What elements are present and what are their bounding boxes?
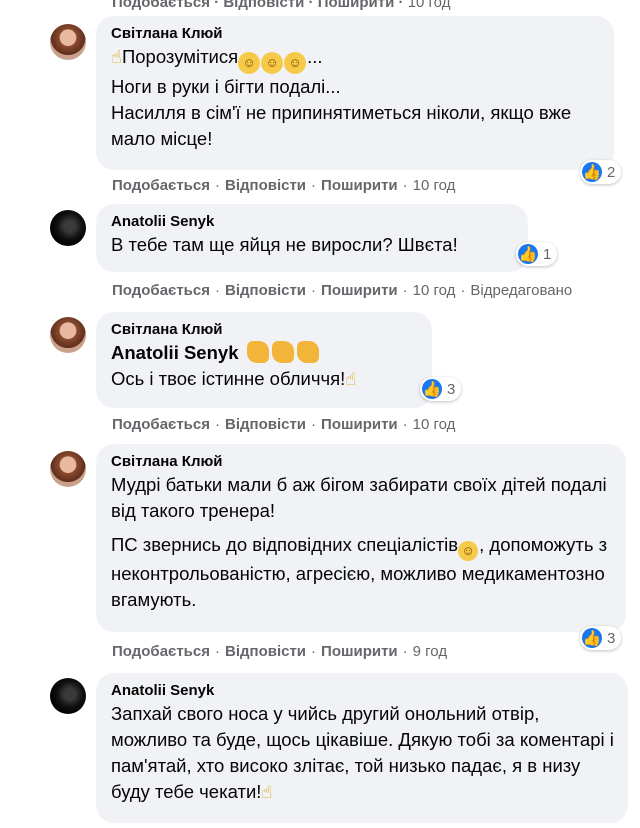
comment-bubble: Світлана Клюй Мудрі батьки мали б аж біг… (96, 444, 626, 632)
pointing-finger-icon: ☝ (111, 47, 122, 67)
reply-action[interactable]: Відповісти (225, 416, 306, 433)
comment-line: Ось і твоє істинне обличчя! (111, 368, 346, 389)
like-action[interactable]: Подобається (112, 416, 210, 433)
comment-text: Мудрі батьки мали б аж бігом забирати св… (111, 472, 614, 613)
comment-actions: Подобається · Відповісти · Поширити · 9 год (112, 643, 448, 660)
reaction-count[interactable]: 👍 3 (420, 377, 462, 401)
comment-line: Порозумітися (121, 46, 239, 67)
wink-emoji-icon: ☺ (458, 541, 479, 561)
grinning-emoji-icon: ☺ (238, 52, 261, 74)
comment-time[interactable]: 9 год (413, 643, 447, 660)
comment-author[interactable]: Anatolii Senyk (111, 212, 516, 232)
clapping-hands-icon (271, 341, 294, 363)
clapping-hands-icon (296, 341, 319, 363)
comment-actions: Подобається · Відповісти · Поширити · 10 год (112, 177, 456, 194)
thumbs-up-icon: 👍 (422, 379, 442, 399)
comment-text: ☝Порозумітися ☺ ☺ ☺... Ноги в руки і бігти … (111, 44, 602, 152)
comment-time[interactable]: 10 год (408, 0, 451, 11)
clapping-hands-icon (246, 341, 269, 363)
comment-author[interactable]: Anatolii Senyk (111, 681, 616, 701)
comment-text: В тебе там ще яйця не виросли? Швєта! (111, 234, 458, 255)
comment-bubble: Світлана Клюй Anatolii Senyk Ось і твоє … (96, 312, 432, 408)
reaction-count[interactable]: 👍 1 (516, 242, 558, 266)
like-action[interactable]: Подобається (112, 282, 210, 299)
comment-author[interactable]: Світлана Клюй (111, 452, 614, 472)
comment-actions: Подобається · Відповісти · Поширити · 10 год · В… (112, 282, 573, 299)
edited-label[interactable]: Відредаговано (470, 282, 572, 299)
like-action[interactable]: Подобається (112, 643, 210, 660)
avatar[interactable] (50, 678, 86, 714)
previous-comment-actions: Подобається · Відповісти · Поширити · 10… (112, 0, 450, 11)
share-action[interactable]: Поширити (321, 177, 398, 194)
thumbs-up-icon: 👍 (518, 244, 538, 264)
share-action[interactable]: Поширити (318, 0, 395, 11)
reaction-count[interactable]: 👍 3 (580, 626, 622, 650)
comment-author[interactable]: Світлана Клюй (111, 320, 420, 340)
thumbs-up-icon: 👍 (582, 628, 602, 648)
comment-author[interactable]: Світлана Клюй (111, 24, 602, 44)
like-action[interactable]: Подобається (112, 177, 210, 194)
avatar[interactable] (50, 317, 86, 353)
pointing-finger-icon: ☝ (261, 782, 273, 802)
reply-action[interactable]: Відповісти (225, 643, 306, 660)
comment-time[interactable]: 10 год (413, 177, 456, 194)
reaction-count[interactable]: 👍 2 (580, 160, 622, 184)
grinning-emoji-icon: ☺ (284, 52, 307, 74)
reply-action[interactable]: Відповісти (225, 282, 306, 299)
mentioned-user[interactable]: Anatolii Senyk (111, 342, 238, 363)
comment-bubble: Anatolii Senyk В тебе там ще яйця не вир… (96, 204, 528, 272)
reply-action[interactable]: Відповісти (225, 177, 306, 194)
grinning-emoji-icon: ☺ (261, 52, 284, 74)
comment-bubble: Anatolii Senyk Запхай свого носа у чийсь… (96, 673, 628, 823)
comment-paragraph: ПС звернись до відповідних спеціалістів ☺… (111, 534, 608, 610)
thumbs-up-icon: 👍 (582, 162, 602, 182)
share-action[interactable]: Поширити (321, 282, 398, 299)
avatar[interactable] (50, 24, 86, 60)
share-action[interactable]: Поширити (321, 416, 398, 433)
comment-paragraph: Мудрі батьки мали б аж бігом забирати св… (111, 474, 607, 521)
like-action[interactable]: Подобається (112, 0, 210, 11)
comment-text: Запхай свого носа у чийсь другий онольни… (111, 701, 616, 805)
pointing-finger-icon: ☝ (345, 369, 357, 389)
reply-action[interactable]: Відповісти (223, 0, 304, 11)
comment-line: Насилля в сім'ї не припинятиметься нікол… (111, 102, 572, 149)
comment-actions: Подобається · Відповісти · Поширити · 10 год (112, 416, 456, 433)
comment-time[interactable]: 10 год (413, 416, 456, 433)
comment-time[interactable]: 10 год (413, 282, 456, 299)
share-action[interactable]: Поширити (321, 643, 398, 660)
avatar[interactable] (50, 451, 86, 487)
avatar[interactable] (50, 210, 86, 246)
comment-line: Ноги в руки і бігти подалі... (111, 76, 341, 97)
comment-bubble: Світлана Клюй ☝Порозумітися ☺ ☺ ☺... Ноги в… (96, 16, 614, 170)
comment-text: Anatolii Senyk Ось і твоє істинне обличч… (111, 340, 420, 392)
